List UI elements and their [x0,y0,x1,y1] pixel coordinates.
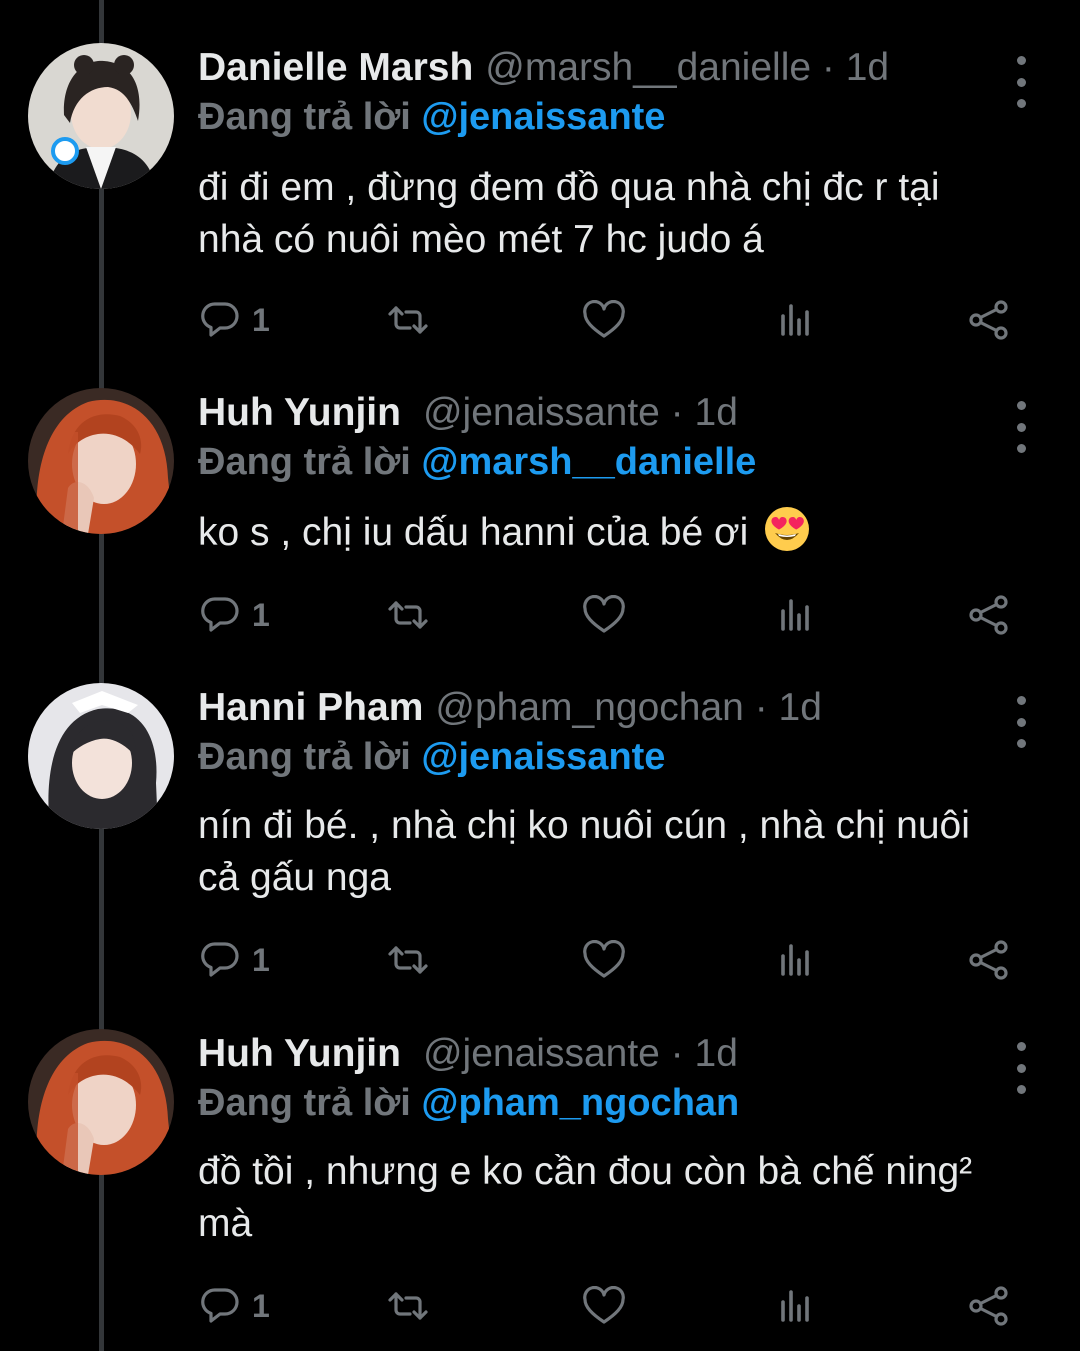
reply-button[interactable]: 1 [198,593,270,637]
replying-to: Đang trả lời @jenaissante [198,736,665,779]
replying-to-label: Đang trả lời [198,736,411,778]
like-button[interactable] [582,938,628,982]
reply-button[interactable]: 1 [198,298,270,342]
tweet-header: Danielle Marsh @marsh__danielle · 1d [198,46,1000,96]
replying-to-user[interactable]: @jenaissante [421,736,665,778]
share-icon [969,300,1008,340]
heart-eyes-emoji-icon [765,507,810,551]
reply-icon [201,302,239,337]
reply-button[interactable]: 1 [198,1284,270,1328]
reply-count: 1 [252,301,270,338]
heart-icon [583,300,625,338]
display-name[interactable]: Huh Yunjin [198,1032,401,1075]
retweet-button[interactable] [386,298,432,342]
tweet-text-line: ko s , chị iu dấu hanni của bé ơi [198,505,1048,559]
view-stats-button[interactable] [778,593,814,637]
retweet-button[interactable] [386,1284,432,1328]
tweet-text: đồ tồi , nhưng e ko cần đou còn bà chế n… [198,1146,1048,1250]
stats-icon [781,304,809,336]
handle-and-time[interactable]: @pham_ngochan · 1d [435,686,822,729]
more-options-icon[interactable] [1006,1038,1036,1098]
share-button[interactable] [968,593,1012,637]
tweet-text-line: đồ tồi , nhưng e ko cần đou còn bà chế n… [198,1150,973,1193]
replying-to-user[interactable]: @marsh__danielle [421,441,756,483]
avatar[interactable] [28,43,174,189]
action-bar: 1 [198,1284,1018,1328]
tweet-text-line: đi đi em , đừng đem đồ qua nhà chị đc r … [198,166,940,209]
share-button[interactable] [968,938,1012,982]
handle-and-time[interactable]: @jenaissante · 1d [423,1032,738,1075]
avatar[interactable] [28,388,174,534]
replying-to-user[interactable]: @pham_ngochan [421,1082,739,1124]
tweet-text: nín đi bé. , nhà chị ko nuôi cún , nhà c… [198,800,1048,904]
display-name[interactable]: Danielle Marsh [198,46,473,89]
retweet-icon [388,306,428,334]
avatar[interactable] [28,683,174,829]
heart-icon [583,1286,625,1324]
replying-to-label: Đang trả lời [198,96,411,138]
reply-icon [201,597,239,632]
reply-count: 1 [252,596,270,633]
reply-button[interactable]: 1 [198,938,270,982]
share-icon [969,940,1008,980]
share-button[interactable] [968,298,1012,342]
tweet-header: Huh Yunjin @jenaissante · 1d [198,391,1000,441]
share-button[interactable] [968,1284,1012,1328]
action-bar: 1 [198,593,1018,637]
replying-to: Đang trả lời @pham_ngochan [198,1082,739,1125]
replying-to: Đang trả lời @jenaissante [198,96,665,139]
retweet-icon [388,601,428,629]
action-bar: 1 [198,938,1018,982]
like-button[interactable] [582,593,628,637]
reply-icon [201,942,239,977]
heart-icon [583,940,625,978]
tweet-text-content: ko s , chị iu dấu hanni của bé ơi [198,511,749,554]
more-options-icon[interactable] [1006,52,1036,112]
handle-and-time[interactable]: @jenaissante · 1d [423,391,738,434]
like-button[interactable] [582,1284,628,1328]
display-name[interactable]: Huh Yunjin [198,391,401,434]
replying-to-label: Đang trả lời [198,441,411,483]
retweet-button[interactable] [386,938,432,982]
retweet-button[interactable] [386,593,432,637]
stats-icon [781,944,809,976]
action-bar: 1 [198,298,1018,342]
tweet-header: Huh Yunjin @jenaissante · 1d [198,1032,1000,1082]
heart-icon [583,595,625,633]
view-stats-button[interactable] [778,938,814,982]
replying-to-label: Đang trả lời [198,1082,411,1124]
tweet-text-line: mà [198,1202,253,1245]
stats-icon [781,1290,809,1322]
tweet-text-line: nín đi bé. , nhà chị ko nuôi cún , nhà c… [198,804,970,847]
like-button[interactable] [582,298,628,342]
display-name[interactable]: Hanni Pham [198,686,423,729]
handle-and-time[interactable]: @marsh__danielle · 1d [485,46,889,89]
view-stats-button[interactable] [778,298,814,342]
replying-to-user[interactable]: @jenaissante [421,96,665,138]
share-icon [969,1286,1008,1326]
replying-to: Đang trả lời @marsh__danielle [198,441,756,484]
more-options-icon[interactable] [1006,397,1036,457]
tweet-text: đi đi em , đừng đem đồ qua nhà chị đc r … [198,162,1048,266]
stats-icon [781,599,809,631]
tweet-text-line: nhà có nuôi mèo mét 7 hc judo á [198,218,764,261]
retweet-icon [388,1292,428,1320]
retweet-icon [388,946,428,974]
tweet-text-line: cả gấu nga [198,856,392,899]
more-options-icon[interactable] [1006,692,1036,752]
share-icon [969,595,1008,635]
avatar[interactable] [28,1029,174,1175]
reply-icon [201,1288,239,1323]
view-stats-button[interactable] [778,1284,814,1328]
reply-count: 1 [252,941,270,978]
tweet-header: Hanni Pham @pham_ngochan · 1d [198,686,1000,736]
reply-count: 1 [252,1287,270,1324]
tweet-text: ko s , chị iu dấu hanni của bé ơi [198,505,1048,559]
